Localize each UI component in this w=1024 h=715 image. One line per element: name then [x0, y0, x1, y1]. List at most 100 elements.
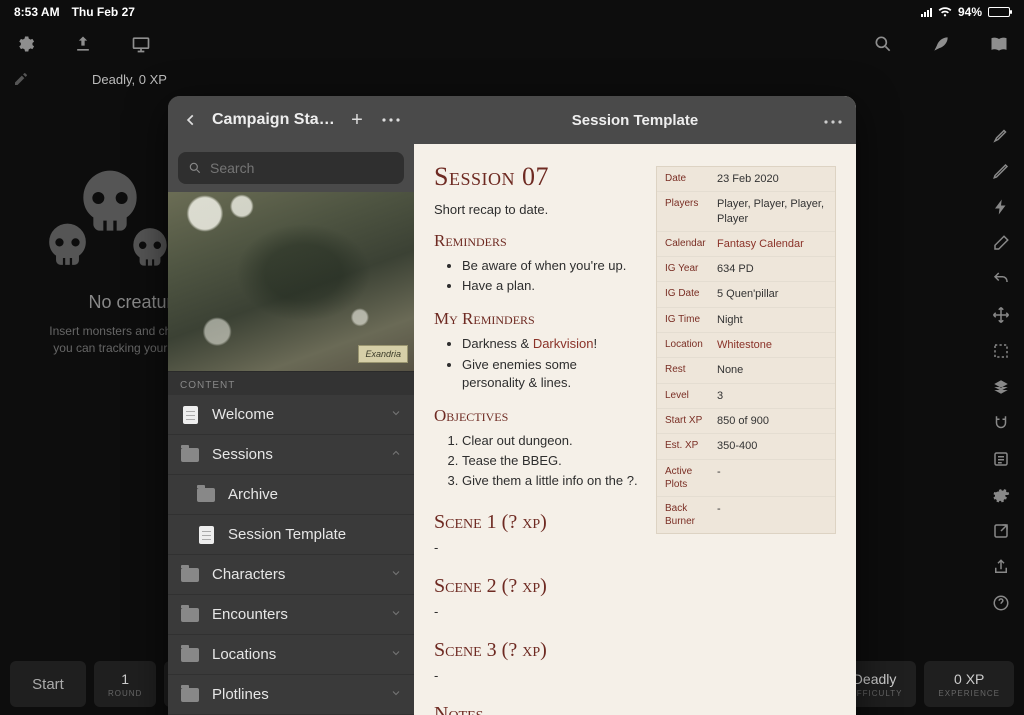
folder-icon: [180, 605, 200, 625]
encounter-header: Deadly, 0 XP: [10, 64, 976, 94]
document-body[interactable]: Date23 Feb 2020 PlayersPlayer, Player, Pl…: [414, 144, 856, 715]
share-icon[interactable]: [990, 556, 1012, 578]
content-header: CONTENT: [168, 372, 414, 395]
search-field[interactable]: [178, 152, 404, 184]
info-value: 3: [717, 389, 827, 403]
upload-icon[interactable]: [72, 33, 94, 55]
info-row: LocationWhitestone: [657, 333, 835, 358]
chevron-down-icon: [390, 646, 402, 664]
content-tree: Welcome Sessions Archive Session TemplateCh…: [168, 395, 414, 715]
info-value: Night: [717, 313, 827, 327]
info-row: Active Plots-: [657, 460, 835, 497]
info-key: Active Plots: [665, 465, 717, 491]
chevron-down-icon: [390, 406, 402, 424]
info-key: IG Date: [665, 287, 717, 301]
info-row: Back Burner-: [657, 497, 835, 533]
map-label: Exandria: [358, 345, 408, 363]
popout-icon[interactable]: [990, 520, 1012, 542]
tree-item-label: Sessions: [212, 446, 378, 463]
pencil-icon[interactable]: [10, 68, 32, 90]
info-key: Calendar: [665, 237, 717, 251]
move-icon[interactable]: [990, 304, 1012, 326]
xp-indicator[interactable]: 0 XPEXPERIENCE: [924, 661, 1014, 707]
tree-item-encounters[interactable]: Encounters: [168, 595, 414, 635]
add-button[interactable]: +: [344, 107, 370, 133]
info-key: IG Year: [665, 262, 717, 276]
gear-icon[interactable]: [14, 33, 36, 55]
search-input[interactable]: [210, 160, 394, 176]
info-value: 23 Feb 2020: [717, 172, 827, 186]
battery-percent: 94%: [958, 5, 982, 19]
info-key: Back Burner: [665, 502, 717, 528]
round-indicator[interactable]: 1ROUND: [94, 661, 156, 707]
campaign-map-thumbnail[interactable]: Exandria: [168, 192, 414, 372]
magnet-icon[interactable]: [990, 412, 1012, 434]
quill-icon[interactable]: [930, 33, 952, 55]
darkvision-link[interactable]: Darkvision: [533, 336, 594, 351]
info-row: Level3: [657, 384, 835, 409]
scene2-heading: Scene 2 (? xp): [434, 575, 836, 598]
info-table: Date23 Feb 2020 PlayersPlayer, Player, Pl…: [656, 166, 836, 534]
right-tool-rail: [978, 64, 1024, 684]
skull-icon: [40, 219, 95, 274]
bolt-icon[interactable]: [990, 196, 1012, 218]
sidebar-more-button[interactable]: [378, 107, 404, 133]
tree-item-sessions[interactable]: Sessions: [168, 435, 414, 475]
status-bar: 8:53 AM Thu Feb 27 94%: [0, 0, 1024, 24]
scene3-body: -: [434, 668, 836, 683]
encounter-summary: Deadly, 0 XP: [92, 72, 167, 87]
doc-icon: [196, 525, 216, 545]
info-row: PlayersPlayer, Player, Player, Player: [657, 192, 835, 232]
panel-sidebar: Campaign Star… + Exandria CONTENT Welcom…: [168, 96, 414, 715]
info-value: 350-400: [717, 439, 827, 453]
marquee-icon[interactable]: [990, 340, 1012, 362]
tree-item-archive[interactable]: Archive: [168, 475, 414, 515]
book-icon[interactable]: [988, 33, 1010, 55]
document-more-button[interactable]: [824, 111, 842, 129]
info-key: Est. XP: [665, 439, 717, 453]
notes-heading: Notes: [434, 703, 836, 715]
tree-item-label: Archive: [228, 486, 402, 503]
help-icon[interactable]: [990, 592, 1012, 614]
folder-icon: [180, 445, 200, 465]
info-value: 634 PD: [717, 262, 827, 276]
search-icon: [188, 161, 202, 175]
eraser-icon[interactable]: [990, 232, 1012, 254]
tree-item-characters[interactable]: Characters: [168, 555, 414, 595]
pencil-draw-icon[interactable]: [990, 160, 1012, 182]
tree-item-locations[interactable]: Locations: [168, 635, 414, 675]
info-key: Location: [665, 338, 717, 352]
info-row: Est. XP350-400: [657, 434, 835, 459]
info-value: 5 Quen'pillar: [717, 287, 827, 301]
note-icon[interactable]: [990, 448, 1012, 470]
info-value: -: [717, 465, 827, 491]
tree-item-welcome[interactable]: Welcome: [168, 395, 414, 435]
folder-icon: [180, 685, 200, 705]
back-button[interactable]: [178, 107, 204, 133]
tree-item-session-template[interactable]: Session Template: [168, 515, 414, 555]
undo-icon[interactable]: [990, 268, 1012, 290]
scene1-body: -: [434, 540, 836, 555]
layers-icon[interactable]: [990, 376, 1012, 398]
start-button[interactable]: Start: [10, 661, 86, 707]
info-key: Players: [665, 197, 717, 226]
magnify-icon[interactable]: [872, 33, 894, 55]
scene3-heading: Scene 3 (? xp): [434, 639, 836, 662]
info-row: RestNone: [657, 358, 835, 383]
status-time: 8:53 AM: [14, 5, 60, 19]
gear-small-icon[interactable]: [990, 484, 1012, 506]
document-title: Session Template: [572, 112, 698, 129]
tree-item-plotlines[interactable]: Plotlines: [168, 675, 414, 715]
info-row: CalendarFantasy Calendar: [657, 232, 835, 257]
info-row: IG TimeNight: [657, 308, 835, 333]
highlighter-icon[interactable]: [990, 124, 1012, 146]
info-value[interactable]: Whitestone: [717, 338, 827, 352]
info-value: None: [717, 363, 827, 377]
info-value[interactable]: Fantasy Calendar: [717, 237, 827, 251]
info-row: IG Year634 PD: [657, 257, 835, 282]
info-value: -: [717, 502, 827, 528]
display-icon[interactable]: [130, 33, 152, 55]
info-key: Date: [665, 172, 717, 186]
chevron-up-icon: [390, 446, 402, 464]
chevron-down-icon: [390, 686, 402, 704]
